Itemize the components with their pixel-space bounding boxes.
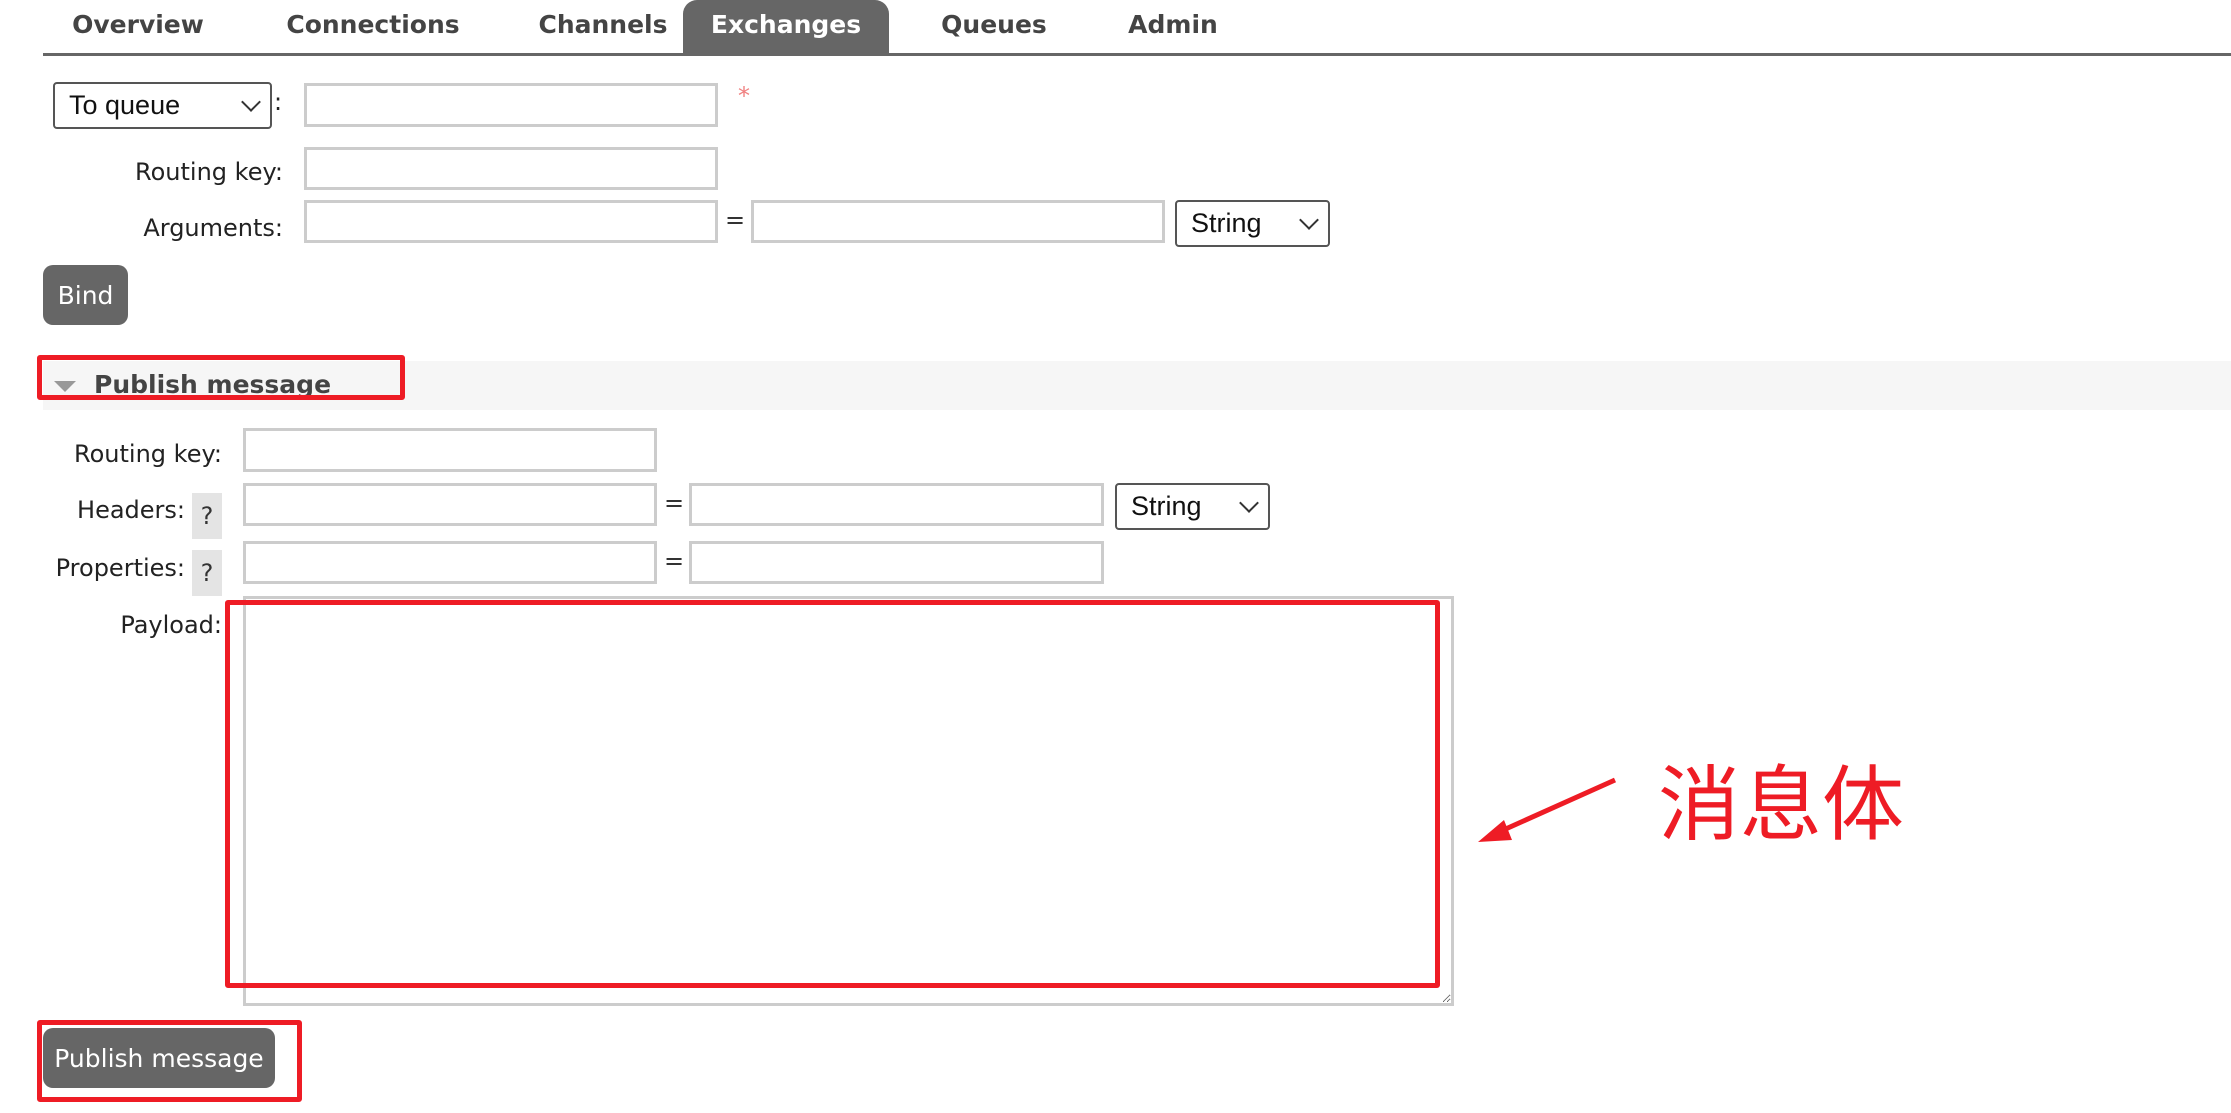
argument-type-value: String [1191, 208, 1262, 238]
argument-type-select[interactable]: String [1175, 200, 1330, 247]
destination-type-value: To queue [69, 90, 181, 120]
chevron-down-icon [241, 91, 261, 112]
bind-routing-key-input[interactable] [304, 147, 718, 190]
property-key-input[interactable] [243, 541, 657, 584]
chevron-down-icon [1239, 492, 1259, 513]
headers-help-button[interactable]: ? [192, 493, 222, 539]
nav-tab-bar: Overview Connections Channels Exchanges … [43, 0, 2231, 56]
arguments-label: Arguments: [143, 214, 283, 242]
headers-label: Headers: [77, 496, 185, 524]
tab-connections[interactable]: Connections [253, 0, 493, 53]
tab-overview[interactable]: Overview [43, 0, 233, 53]
property-value-input[interactable] [689, 541, 1104, 584]
payload-label: Payload: [120, 611, 222, 639]
properties-help-button[interactable]: ? [192, 550, 222, 596]
header-equals: = [664, 489, 685, 517]
publish-section-title[interactable]: Publish message [94, 370, 331, 399]
argument-equals: = [725, 206, 746, 234]
publish-message-button[interactable]: Publish message [43, 1028, 275, 1088]
bind-button[interactable]: Bind [43, 265, 128, 325]
arrow-head [1478, 820, 1512, 842]
payload-textarea[interactable] [243, 596, 1454, 1006]
header-key-input[interactable] [243, 483, 657, 526]
chevron-down-icon [1299, 209, 1319, 230]
destination-colon: : [274, 88, 283, 116]
required-marker: * [738, 82, 750, 110]
header-value-input[interactable] [689, 483, 1104, 526]
tab-channels[interactable]: Channels [503, 0, 703, 53]
bind-routing-key-label: Routing key: [135, 158, 283, 186]
arrow-shaft [1488, 777, 1617, 839]
tab-admin[interactable]: Admin [1083, 0, 1263, 53]
collapse-triangle-icon[interactable] [54, 381, 76, 392]
publish-routing-key-input[interactable] [243, 428, 657, 472]
publish-section-header[interactable] [43, 361, 2231, 410]
properties-label: Properties: [55, 554, 185, 582]
destination-input[interactable] [304, 83, 718, 127]
annotation-label: 消息体 [1658, 758, 1905, 853]
property-equals: = [664, 547, 685, 575]
annotation-arrow-icon [1478, 777, 1617, 842]
argument-value-input[interactable] [751, 200, 1165, 243]
argument-key-input[interactable] [304, 200, 718, 243]
header-type-select[interactable]: String [1115, 483, 1270, 530]
tab-queues[interactable]: Queues [909, 0, 1079, 53]
tab-exchanges[interactable]: Exchanges [683, 0, 889, 53]
header-type-value: String [1131, 491, 1202, 521]
destination-type-select[interactable]: To queue [53, 82, 272, 129]
publish-routing-key-label: Routing key: [74, 440, 222, 468]
